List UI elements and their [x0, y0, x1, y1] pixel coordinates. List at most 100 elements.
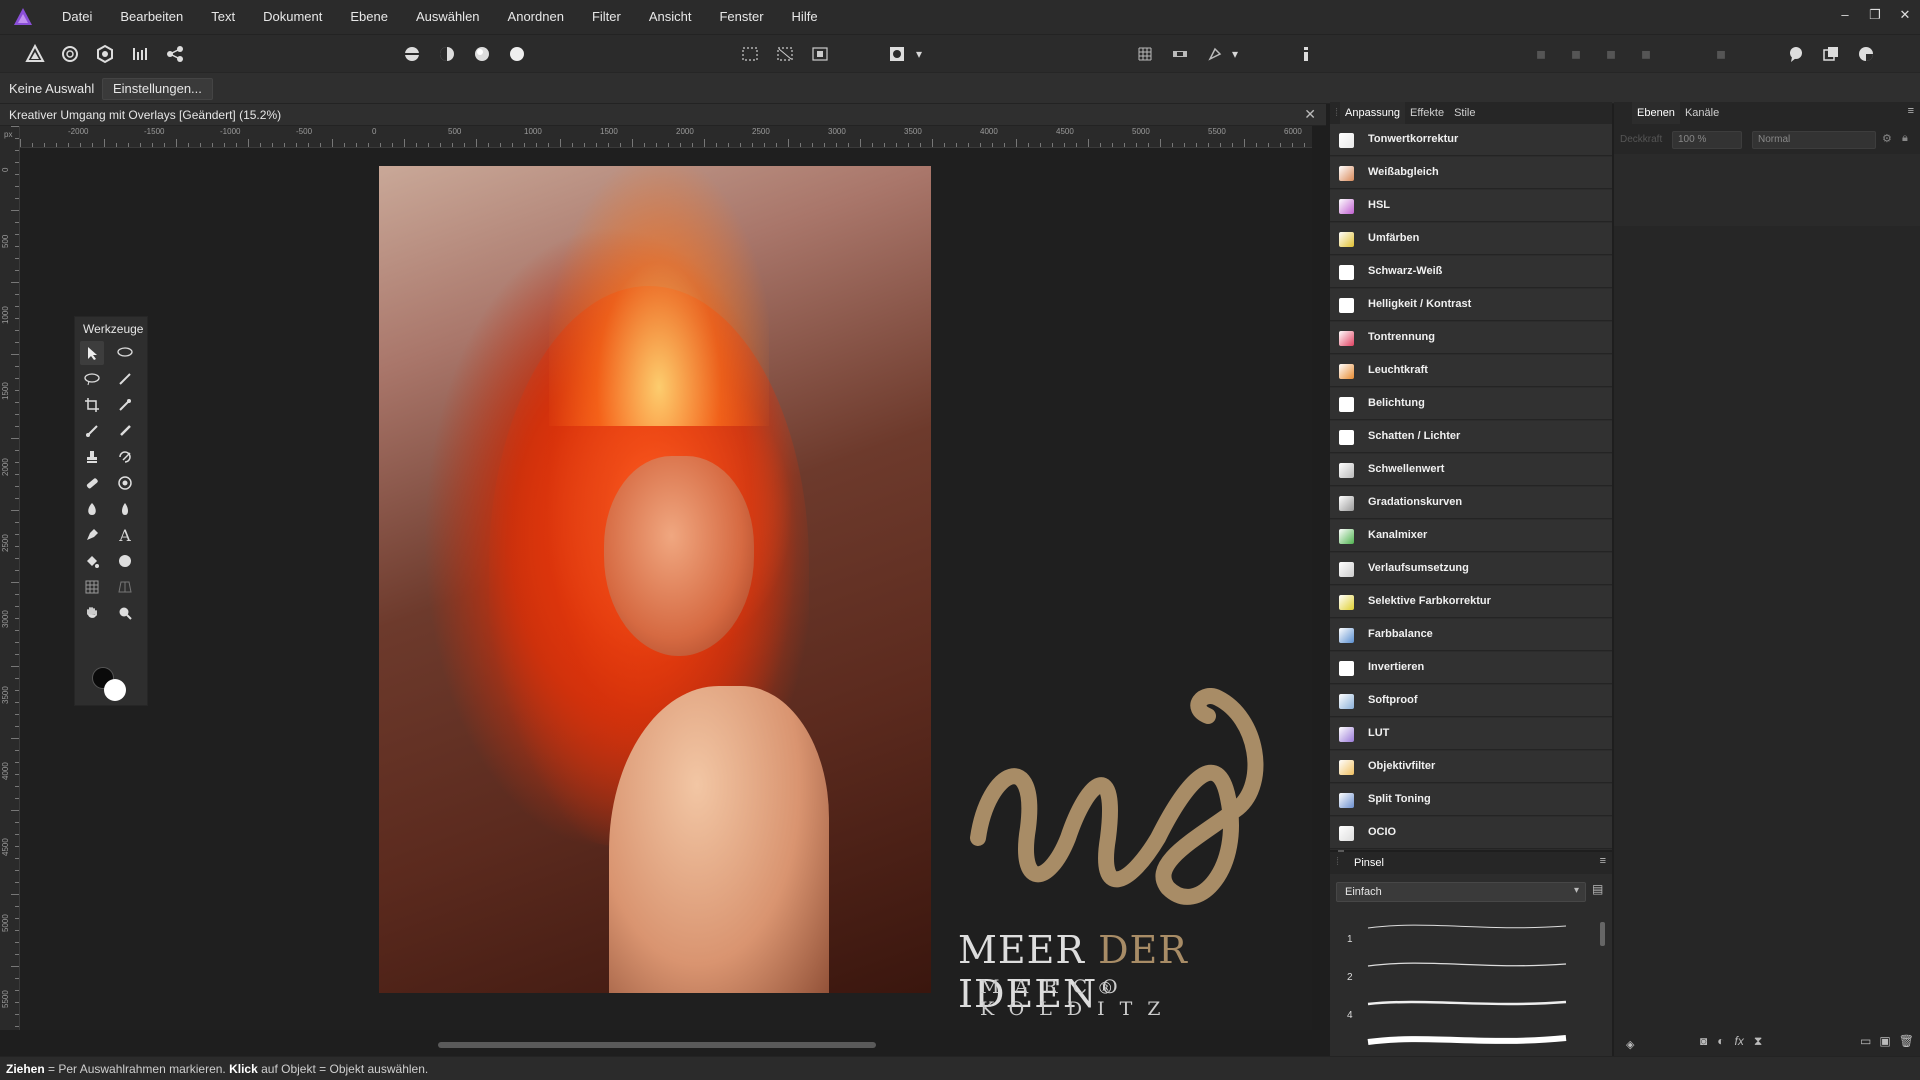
blur-tool-icon[interactable] — [113, 497, 137, 521]
assistant-icon[interactable] — [1202, 41, 1228, 67]
menu-ansicht[interactable]: Ansicht — [635, 0, 706, 34]
selection-brush-tool-icon[interactable] — [113, 367, 137, 391]
menu-filter[interactable]: Filter — [578, 0, 635, 34]
delete-layer-icon[interactable]: 🗑︎ — [1899, 1034, 1914, 1054]
menu-text[interactable]: Text — [197, 0, 249, 34]
close-window-icon[interactable]: ✕ — [1890, 0, 1920, 30]
snapping-grid-icon[interactable] — [1132, 41, 1158, 67]
adjustment-item[interactable]: Belichtung — [1330, 388, 1612, 420]
undo-brush-tool-icon[interactable] — [113, 445, 137, 469]
menu-ebene[interactable]: Ebene — [336, 0, 402, 34]
opacity-field[interactable]: 100 % — [1672, 131, 1742, 149]
adjustment-item[interactable]: Leuchtkraft — [1330, 355, 1612, 387]
auto-levels-icon[interactable] — [399, 41, 425, 67]
marquee-rectangle-icon[interactable] — [737, 41, 763, 67]
perspective-tool-icon[interactable] — [113, 575, 137, 599]
move-tool-icon[interactable] — [80, 341, 104, 365]
minimize-icon[interactable]: – — [1830, 0, 1860, 30]
quick-mask-icon[interactable] — [884, 41, 910, 67]
quick-mask-dropdown-icon[interactable]: ▾ — [912, 41, 926, 67]
brush-options-icon[interactable]: ▤ — [1592, 882, 1603, 896]
adjustment-item[interactable]: Kanalmixer — [1330, 520, 1612, 552]
adjustment-item[interactable]: HSL — [1330, 190, 1612, 222]
affinity-photo-logo-icon[interactable] — [12, 6, 34, 28]
menu-bearbeiten[interactable]: Bearbeiten — [106, 0, 197, 34]
tab-ebenen[interactable]: Ebenen — [1632, 102, 1680, 124]
tab-anpassung[interactable]: Anpassung — [1340, 102, 1406, 124]
invert-selection-icon[interactable] — [807, 41, 833, 67]
close-document-icon[interactable]: ✕ — [1304, 106, 1316, 123]
adjustment-item[interactable]: Gradationskurven — [1330, 487, 1612, 519]
panel-menu-icon[interactable]: ≡ — [1600, 855, 1606, 867]
canvas[interactable]: MEER DER IDEEN® MARCO KOLDITZ Werkzeuge — [20, 148, 1344, 1030]
adjustment-item[interactable]: Softproof — [1330, 685, 1612, 717]
gear-icon[interactable]: ⚙ — [1882, 132, 1892, 145]
menu-fenster[interactable]: Fenster — [705, 0, 777, 34]
adjustment-layer-icon[interactable]: ◐ — [1717, 1034, 1724, 1054]
adjustment-item[interactable]: Schatten / Lichter — [1330, 421, 1612, 453]
adjustment-item[interactable]: Split Toning — [1330, 784, 1612, 816]
studio-layers-icon[interactable] — [1818, 41, 1844, 67]
auto-contrast-icon[interactable] — [434, 41, 460, 67]
menu-dokument[interactable]: Dokument — [249, 0, 336, 34]
adjustment-item[interactable]: Tontrennung — [1330, 322, 1612, 354]
deselect-icon[interactable] — [772, 41, 798, 67]
arrange-back-icon[interactable]: ◼ — [1528, 41, 1554, 67]
export-persona-icon[interactable] — [162, 41, 188, 67]
brush-stroke-previews[interactable] — [1366, 912, 1596, 1052]
fx-icon[interactable]: fx — [1735, 1034, 1744, 1054]
new-group-icon[interactable]: ▭ — [1860, 1034, 1871, 1054]
shape-tool-icon[interactable] — [113, 549, 137, 573]
panel-grip-icon[interactable]: ⁞ — [1330, 107, 1340, 119]
assistant-dropdown-icon[interactable]: ▾ — [1228, 41, 1242, 67]
clone-stamp-tool-icon[interactable] — [80, 445, 104, 469]
tab-kanaele[interactable]: Kanäle — [1680, 107, 1724, 119]
freehand-selection-tool-icon[interactable] — [113, 341, 137, 365]
brush-category-select[interactable]: Einfach ▾ — [1336, 882, 1586, 902]
new-layer-icon[interactable]: ▣ — [1879, 1034, 1890, 1054]
adjustment-item[interactable]: Schwellenwert — [1330, 454, 1612, 486]
crop-tool-icon[interactable] — [80, 393, 104, 417]
portrait-photo[interactable] — [379, 166, 931, 993]
menu-datei[interactable]: Datei — [48, 0, 106, 34]
mask-layer-icon[interactable]: ◙ — [1700, 1034, 1707, 1054]
arrange-front-icon[interactable]: ◼ — [1633, 41, 1659, 67]
eyedropper-tool-icon[interactable] — [113, 393, 137, 417]
hand-tool-icon[interactable] — [80, 601, 104, 625]
blend-mode-select[interactable]: Normal — [1752, 131, 1876, 149]
fill-tool-icon[interactable] — [80, 549, 104, 573]
live-filter-icon[interactable]: ⧗ — [1754, 1034, 1762, 1054]
pixel-brush-tool-icon[interactable] — [113, 419, 137, 443]
adjustment-item[interactable]: Weißabgleich — [1330, 157, 1612, 189]
adjustment-item[interactable]: OCIO — [1330, 817, 1612, 849]
menu-auswaehlen[interactable]: Auswählen — [402, 0, 494, 34]
pen-tool-icon[interactable] — [80, 523, 104, 547]
arrange-forward-icon[interactable]: ◼ — [1598, 41, 1624, 67]
brush-list-scrollbar[interactable] — [1600, 922, 1605, 946]
layers-list[interactable] — [1614, 154, 1920, 226]
paint-brush-tool-icon[interactable] — [80, 419, 104, 443]
align-icon[interactable]: ◼ — [1708, 41, 1734, 67]
tone-mapping-persona-icon[interactable] — [127, 41, 153, 67]
studio-colour-icon[interactable] — [1853, 41, 1879, 67]
menu-anordnen[interactable]: Anordnen — [494, 0, 578, 34]
auto-white-balance-icon[interactable] — [504, 41, 530, 67]
arrange-backward-icon[interactable]: ◼ — [1563, 41, 1589, 67]
adjustment-item[interactable]: Tonwertkorrektur — [1330, 124, 1612, 156]
adjustment-item[interactable]: Selektive Farbkorrektur — [1330, 586, 1612, 618]
panel-menu-icon[interactable]: ≡ — [1908, 105, 1914, 117]
secondary-color-swatch[interactable] — [104, 679, 126, 701]
lock-icon[interactable]: 🔒︎ — [1902, 132, 1908, 145]
snapping-toggle-icon[interactable] — [1167, 41, 1193, 67]
text-tool-icon[interactable]: A — [113, 523, 137, 547]
red-eye-tool-icon[interactable] — [113, 471, 137, 495]
adjustment-item[interactable]: Umfärben — [1330, 223, 1612, 255]
adjustment-item[interactable]: LUT — [1330, 718, 1612, 750]
tab-stile[interactable]: Stile — [1449, 107, 1480, 119]
adjustment-item[interactable]: Invertieren — [1330, 652, 1612, 684]
adjustment-item[interactable]: Schwarz-Weiß — [1330, 256, 1612, 288]
studio-chat-icon[interactable] — [1783, 41, 1809, 67]
adjustment-item[interactable]: Objektivfilter — [1330, 751, 1612, 783]
brush-panel-title[interactable]: Pinsel — [1354, 857, 1384, 869]
mesh-warp-tool-icon[interactable] — [80, 575, 104, 599]
